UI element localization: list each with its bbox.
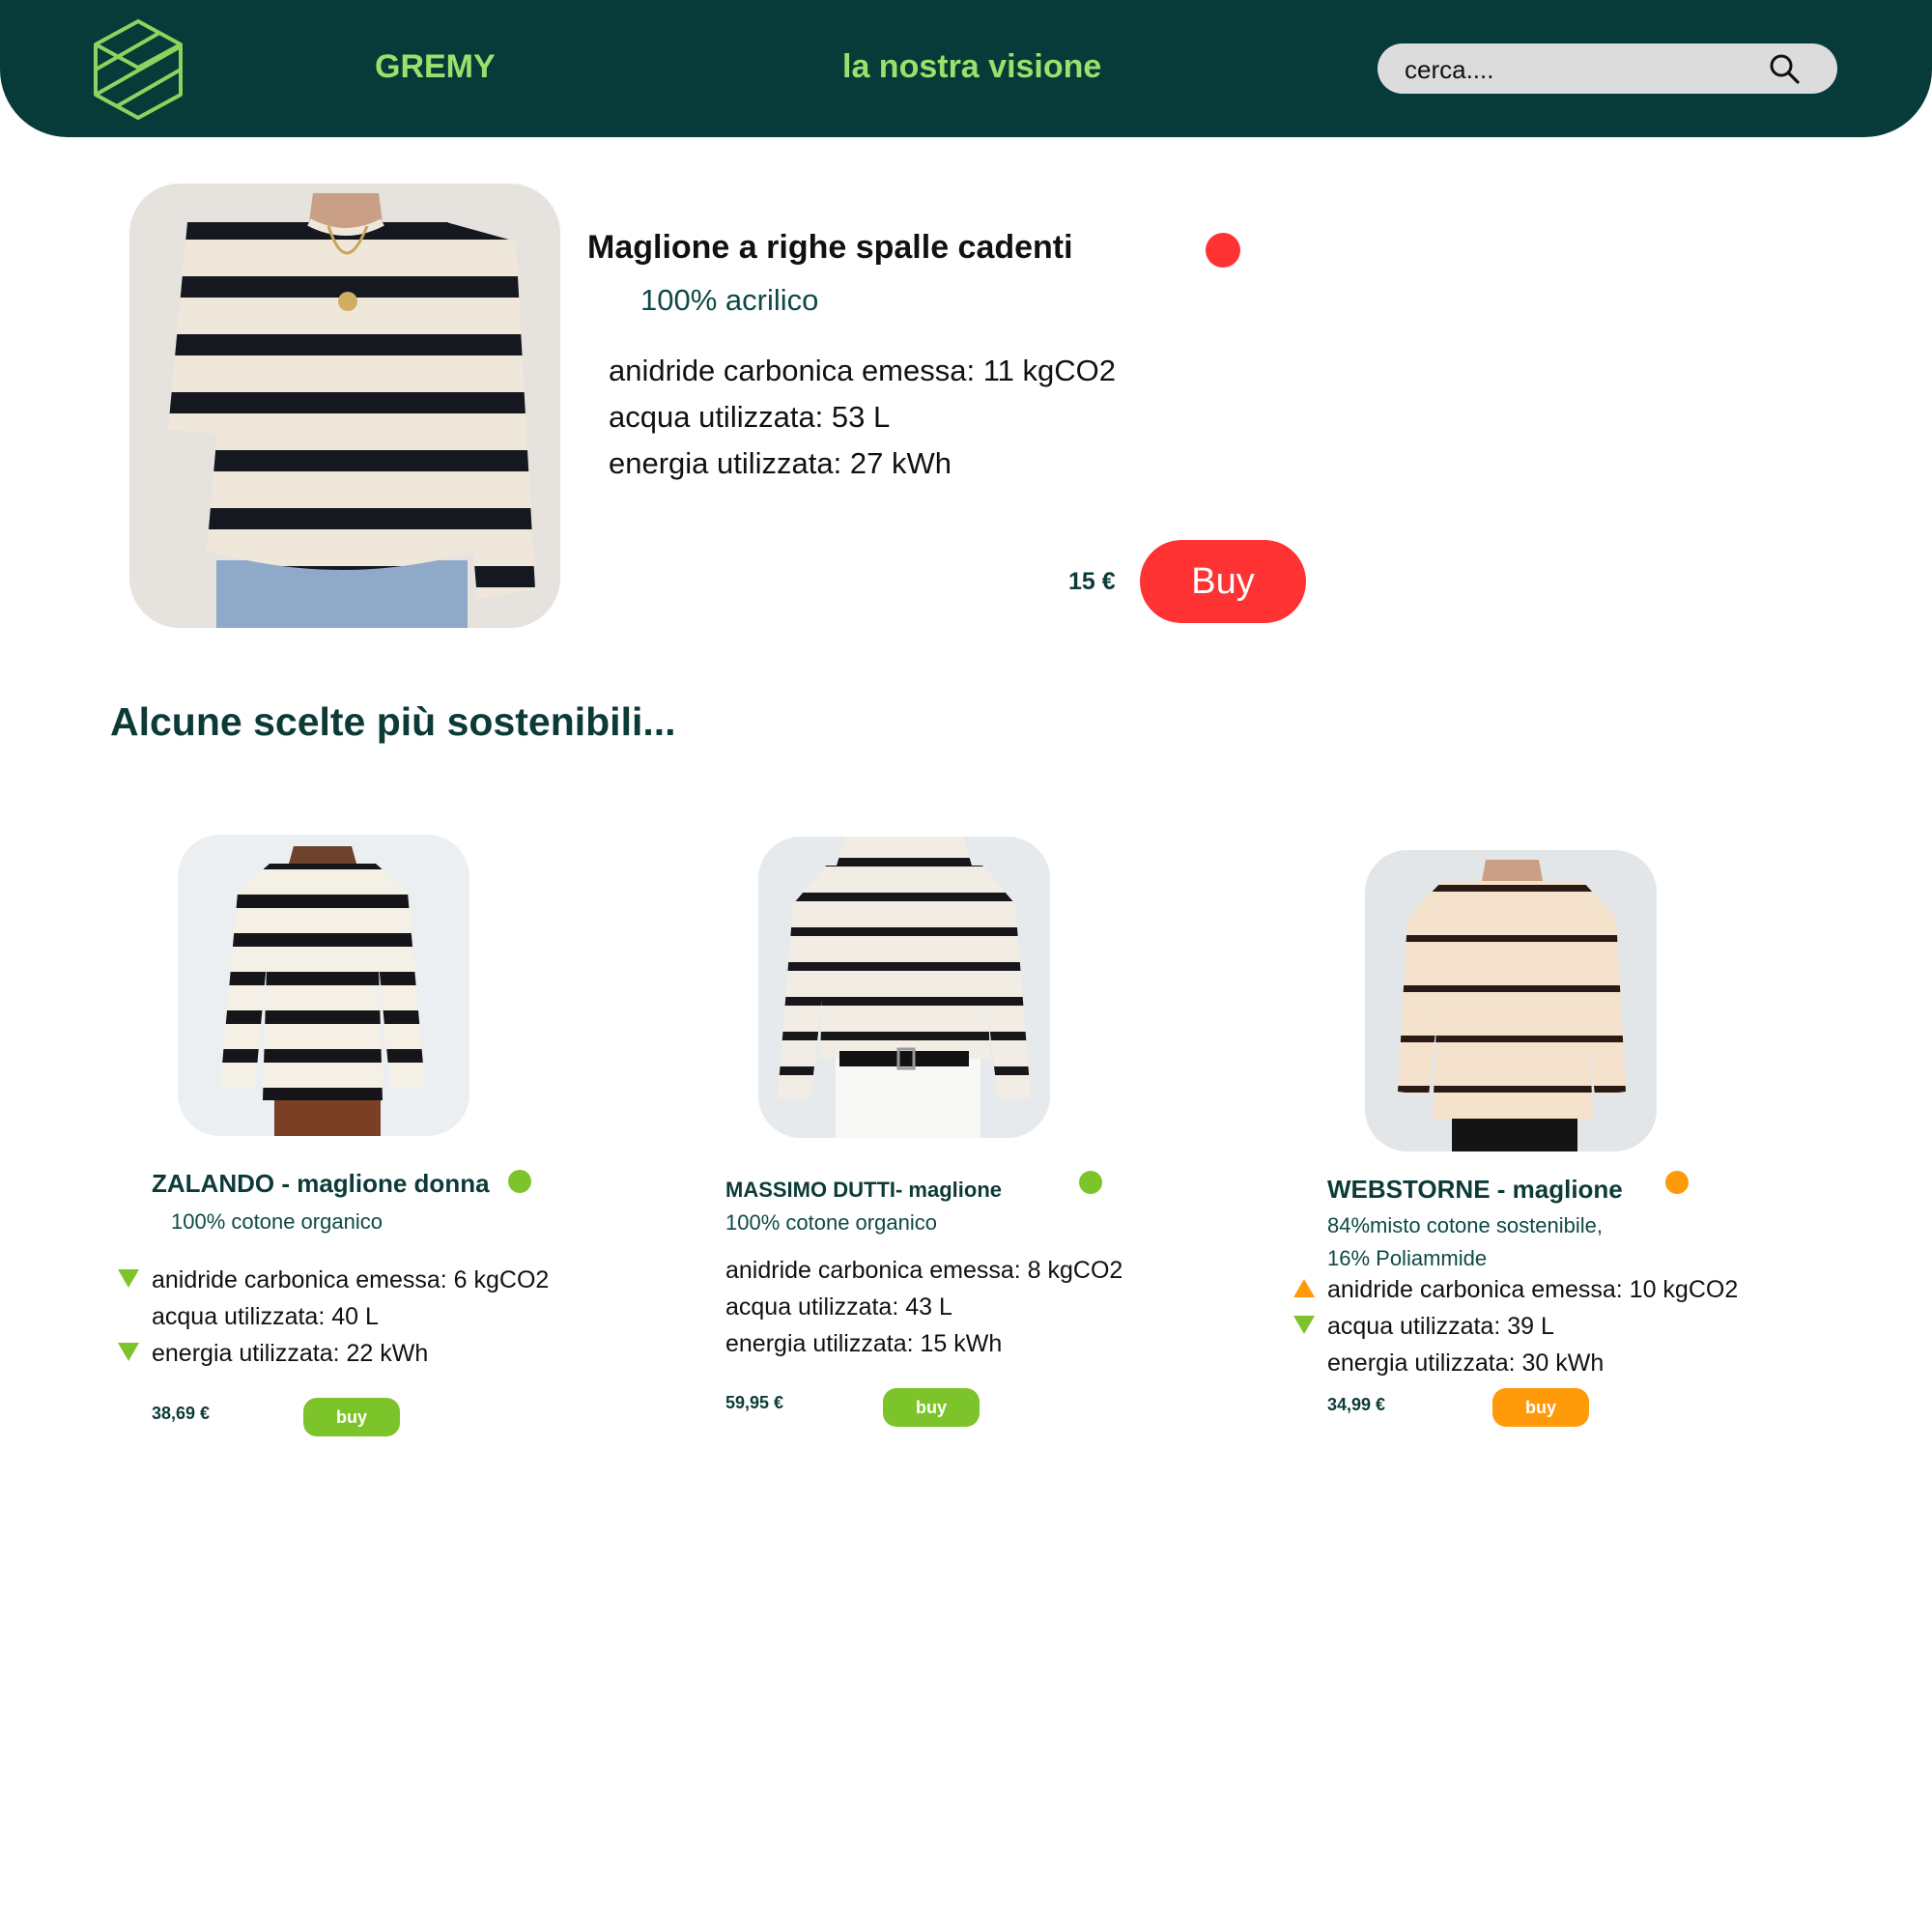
energy-stat: energia utilizzata: 27 kWh [609,446,952,480]
alternative-stats: anidride carbonica emessa: 10 kgCO2 acqu… [1293,1273,1739,1383]
alternatives-heading: Alcune scelte più sostenibili... [110,699,676,744]
material-line: 84%misto cotone sostenibile, [1327,1213,1603,1237]
search-input[interactable] [1403,43,1774,96]
alternative-image [758,837,1050,1138]
co2-stat: anidride carbonica emessa: 11 kgCO2 [609,354,1116,387]
alternative-stats: anidride carbonica emessa: 8 kgCO2 acqua… [725,1254,1122,1364]
sustainability-status-dot [1665,1171,1689,1194]
increase-arrow-icon [1293,1279,1315,1297]
alternative-name: WEBSTORNE - maglione [1327,1175,1623,1204]
alternative-name: MASSIMO DUTTI- maglione [725,1178,1002,1202]
vision-link[interactable]: la nostra visione [842,48,1101,86]
alternative-price: 59,95 € [725,1393,784,1412]
sustainability-status-dot [1079,1171,1102,1194]
water-stat: acqua utilizzata: 43 L [725,1293,952,1321]
alternative-material: 100% cotone organico [725,1210,937,1235]
featured-product-price: 15 € [1068,568,1116,595]
featured-product-image [129,184,560,628]
gremy-logo-icon[interactable] [90,17,186,122]
alternative-image [1365,850,1657,1151]
alternative-price: 34,99 € [1327,1395,1386,1414]
search-bar [1378,43,1837,96]
alternative-image [178,835,469,1136]
alternative-stats: anidride carbonica emessa: 6 kgCO2 acqua… [118,1264,550,1374]
featured-buy-button[interactable]: Buy [1140,540,1306,623]
energy-stat: energia utilizzata: 22 kWh [152,1340,429,1367]
energy-stat: energia utilizzata: 15 kWh [725,1330,1003,1357]
search-icon[interactable] [1768,52,1801,85]
decrease-arrow-icon [118,1343,139,1361]
decrease-arrow-icon [1293,1316,1315,1334]
alternative-buy-button[interactable]: buy [303,1398,400,1436]
alternative-price: 38,69 € [152,1404,211,1423]
featured-product-stats: anidride carbonica emessa: 11 kgCO2 acqu… [609,352,1116,491]
featured-product-title: Maglione a righe spalle cadenti [587,229,1073,266]
water-stat: acqua utilizzata: 39 L [1327,1313,1554,1340]
material-line: 16% Poliammide [1327,1246,1488,1270]
co2-stat: anidride carbonica emessa: 8 kgCO2 [725,1257,1123,1284]
featured-product-material: 100% acrilico [640,283,819,317]
alternative-buy-button[interactable]: buy [883,1388,980,1427]
sustainability-status-dot [508,1170,531,1193]
top-navbar: GREMY la nostra visione [0,0,1932,137]
co2-stat: anidride carbonica emessa: 10 kgCO2 [1327,1276,1739,1303]
water-stat: acqua utilizzata: 53 L [609,400,891,434]
sustainability-status-dot [1206,233,1240,268]
co2-stat: anidride carbonica emessa: 6 kgCO2 [152,1266,550,1293]
brand-link[interactable]: GREMY [375,48,496,86]
alternative-buy-button[interactable]: buy [1492,1388,1589,1427]
alternative-material: 100% cotone organico [171,1209,383,1234]
decrease-arrow-icon [118,1269,139,1288]
alternative-name: ZALANDO - maglione donna [152,1169,490,1198]
alternative-material: 84%misto cotone sostenibile, 16% Poliamm… [1327,1209,1603,1275]
water-stat: acqua utilizzata: 40 L [152,1303,379,1330]
energy-stat: energia utilizzata: 30 kWh [1327,1350,1605,1377]
